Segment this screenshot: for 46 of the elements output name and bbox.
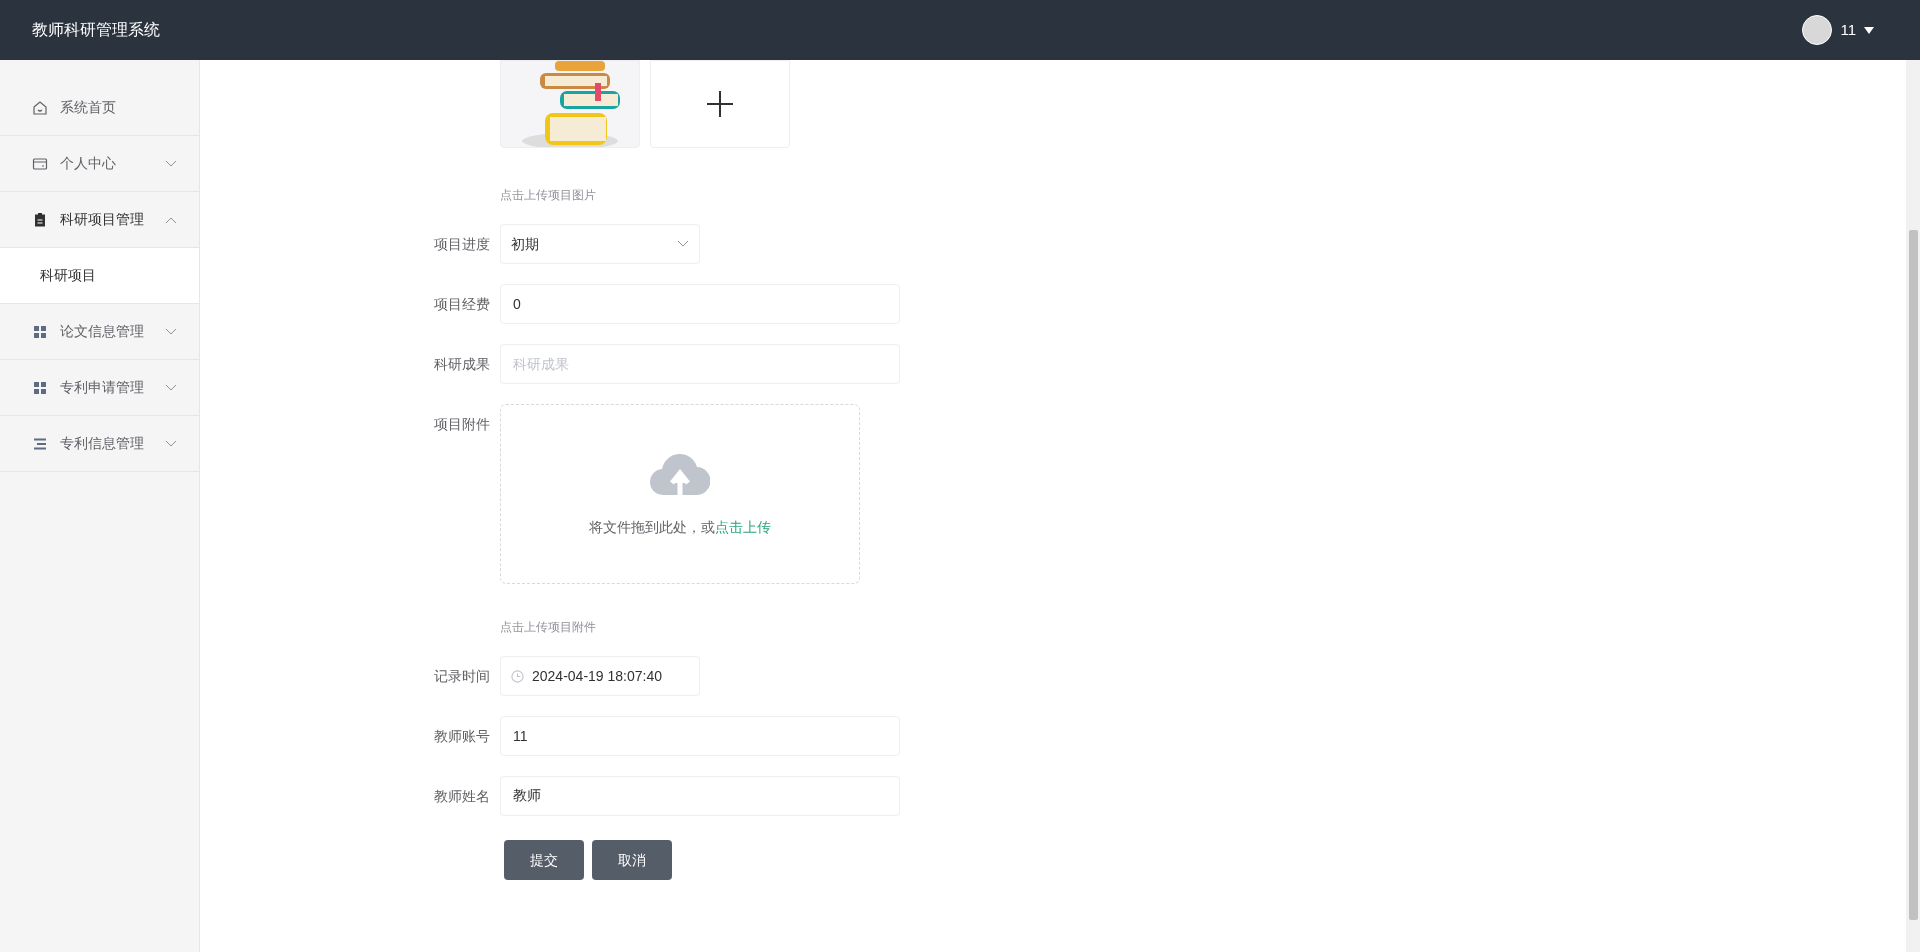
field-label: 记录时间	[434, 668, 490, 684]
submit-button[interactable]: 提交	[504, 840, 584, 880]
file-drop-zone[interactable]: 将文件拖到此处，或点击上传	[500, 404, 860, 584]
scrollbar[interactable]	[1906, 60, 1920, 952]
sidebar-item[interactable]: 专利申请管理	[0, 360, 199, 415]
user-name[interactable]: 11	[1840, 18, 1856, 42]
chevron-down-icon	[165, 327, 177, 336]
text-input[interactable]: 教师	[500, 776, 900, 816]
scrollbar-thumb[interactable]	[1908, 230, 1918, 920]
text-input[interactable]: 科研成果	[500, 344, 900, 384]
upload-hint: 点击上传项目图片	[500, 187, 596, 204]
sidebar-item[interactable]: 个人中心	[0, 136, 199, 191]
grid-icon	[32, 379, 48, 396]
text-input[interactable]: 11	[500, 716, 900, 756]
chevron-down-icon	[165, 159, 177, 168]
chevron-down-icon	[165, 383, 177, 392]
clipboard-icon	[32, 211, 48, 228]
app-title: 教师科研管理系统	[32, 20, 160, 40]
date-picker[interactable]: 2024-04-19 18:07:40	[500, 656, 700, 696]
field-label: 教师账号	[434, 728, 490, 744]
sidebar-item[interactable]: 专利信息管理	[0, 416, 199, 471]
field-label: 科研成果	[434, 356, 490, 372]
upload-hint: 点击上传项目附件	[500, 619, 596, 636]
cancel-button[interactable]: 取消	[592, 840, 672, 880]
drop-instruction: 将文件拖到此处，或点击上传	[589, 517, 771, 537]
chevron-up-icon	[165, 215, 177, 224]
progress-select[interactable]: 初期	[500, 224, 700, 264]
grid-icon	[32, 323, 48, 340]
caret-down-icon[interactable]	[1864, 26, 1874, 34]
card-icon	[32, 155, 48, 172]
avatar[interactable]	[1802, 15, 1833, 45]
field-label: 教师姓名	[434, 788, 490, 804]
book-stack-image[interactable]	[500, 60, 640, 148]
plus-icon	[706, 90, 734, 118]
chevron-down-icon	[677, 240, 689, 248]
text-input[interactable]: 0	[500, 284, 900, 324]
sidebar-item[interactable]: 系统首页	[0, 80, 199, 135]
chevron-down-icon	[165, 439, 177, 448]
clock-icon	[511, 669, 524, 683]
home-icon	[32, 99, 48, 116]
field-label: 项目附件	[434, 416, 490, 432]
field-label: 项目经费	[434, 296, 490, 312]
field-label: 项目进度	[434, 236, 490, 252]
sidebar-subitem[interactable]: 科研项目	[0, 247, 199, 303]
sidebar-item[interactable]: 科研项目管理	[0, 192, 199, 247]
sidebar-item[interactable]: 论文信息管理	[0, 304, 199, 359]
